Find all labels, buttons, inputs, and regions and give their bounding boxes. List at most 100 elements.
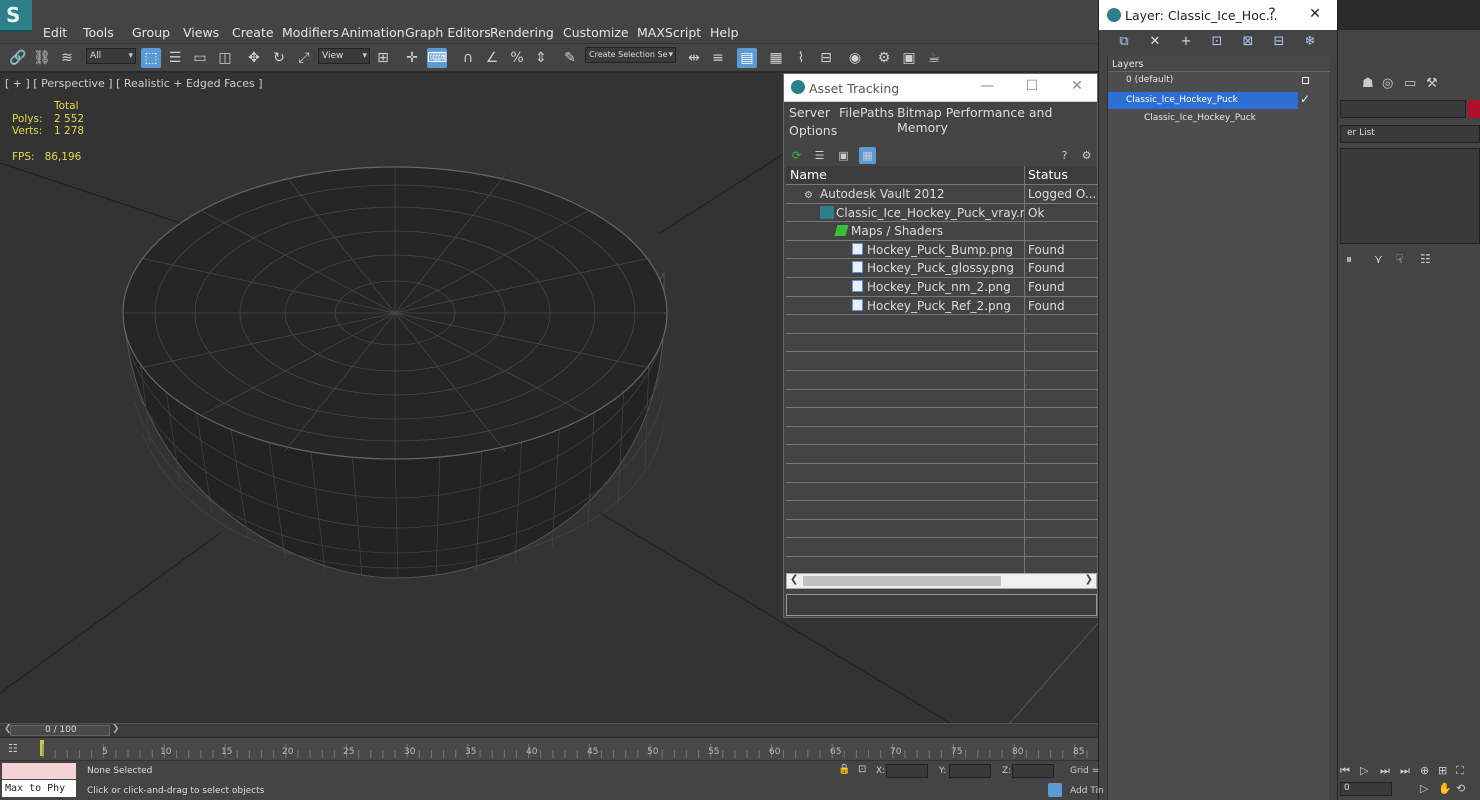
refresh-icon[interactable]: ⟳ bbox=[788, 147, 805, 164]
maximize-icon[interactable]: ☐ bbox=[1022, 78, 1042, 94]
link-icon[interactable]: 🔗 bbox=[8, 48, 28, 68]
asset-row[interactable]: ⚙ Autodesk Vault 2012 Logged O... bbox=[786, 185, 1097, 204]
motion-tab-icon[interactable]: ◎ bbox=[1382, 76, 1393, 91]
lock-selection-icon[interactable]: 🔒 bbox=[838, 764, 850, 775]
absolute-mode-icon[interactable]: ⊡ bbox=[858, 764, 866, 775]
layer-row-puck[interactable]: Classic_Ice_Hockey_Puck bbox=[1108, 92, 1298, 109]
asset-menu-options[interactable]: Options bbox=[789, 123, 837, 138]
asset-path-field[interactable] bbox=[786, 594, 1097, 616]
menu-customize[interactable]: Customize bbox=[563, 25, 629, 40]
asset-empty-row[interactable] bbox=[786, 464, 1097, 483]
asset-empty-row[interactable] bbox=[786, 408, 1097, 427]
asset-empty-row[interactable] bbox=[786, 371, 1097, 390]
hierarchy-tab-icon[interactable]: ☗ bbox=[1362, 76, 1374, 91]
spinner-snap-icon[interactable]: ⇕ bbox=[531, 48, 551, 68]
select-object-icon[interactable]: ⬚ bbox=[141, 48, 161, 68]
pivot-icon[interactable]: ⊞ bbox=[373, 48, 393, 68]
pan-icon[interactable]: ✋ bbox=[1438, 782, 1452, 795]
object-name-field[interactable] bbox=[1340, 100, 1466, 118]
time-slider[interactable]: ❮ 0 / 100 ❯ bbox=[0, 723, 1098, 737]
asset-tracking-titlebar[interactable]: Asset Tracking — ☐ ✕ bbox=[784, 74, 1097, 102]
menu-rendering[interactable]: Rendering bbox=[490, 25, 554, 40]
menu-create[interactable]: Create bbox=[232, 25, 274, 40]
asset-empty-row[interactable] bbox=[786, 482, 1097, 502]
move-icon[interactable]: ✥ bbox=[244, 48, 264, 68]
asset-empty-row[interactable] bbox=[786, 389, 1097, 409]
zoom-extents-icon[interactable]: ⛶ bbox=[1456, 764, 1464, 778]
hide-all-icon[interactable]: ⊟ bbox=[1270, 33, 1288, 51]
prev-frame-icon[interactable]: ⏮ bbox=[1340, 764, 1350, 778]
asset-row[interactable]: Hockey_Puck_Ref_2.png Found bbox=[786, 296, 1097, 316]
asset-row[interactable]: Maps / Shaders bbox=[786, 222, 1097, 241]
select-objects-icon[interactable]: ⊡ bbox=[1208, 33, 1226, 51]
play-icon[interactable]: ▷ bbox=[1360, 764, 1368, 777]
active-layer-checkbox[interactable] bbox=[1302, 77, 1309, 84]
asset-empty-row[interactable] bbox=[786, 352, 1097, 371]
rotate-icon[interactable]: ↻ bbox=[269, 48, 289, 68]
asset-menu-server[interactable]: Server bbox=[789, 105, 830, 120]
track-bar[interactable]: ☷ 5 10 15 20 25 30 35 40 45 50 55 60 65 … bbox=[0, 738, 1098, 760]
help-icon[interactable]: ? bbox=[1056, 147, 1073, 164]
slider-right-icon[interactable]: ❯ bbox=[112, 724, 120, 734]
asset-menu-paths[interactable]: Paths bbox=[860, 105, 894, 120]
percent-snap-icon[interactable]: % bbox=[507, 48, 527, 68]
curve-editor-icon[interactable]: ⌇ bbox=[791, 48, 811, 68]
align-icon[interactable]: ≡ bbox=[708, 48, 728, 68]
reference-coord-dropdown[interactable]: View bbox=[318, 48, 370, 64]
menu-modifiers[interactable]: Modifiers bbox=[282, 25, 339, 40]
new-layer-icon[interactable]: ⧉ bbox=[1115, 33, 1133, 51]
scale-icon[interactable]: ⤢ bbox=[294, 48, 314, 68]
menu-edit[interactable]: Edit bbox=[43, 25, 67, 40]
x-coordinate-field[interactable] bbox=[886, 764, 928, 778]
menu-help[interactable]: Help bbox=[710, 25, 739, 40]
layer-row-default[interactable]: 0 (default) bbox=[1108, 72, 1330, 89]
column-header-name[interactable]: Name bbox=[786, 166, 1025, 184]
scroll-right-icon[interactable]: ❯ bbox=[1085, 574, 1093, 585]
pin-stack-icon[interactable]: ⏸ bbox=[1346, 252, 1352, 267]
viewport-label[interactable]: [ + ] [ Perspective ] [ Realistic + Edge… bbox=[5, 77, 263, 90]
zoom-all-icon[interactable]: ⊞ bbox=[1438, 764, 1447, 777]
table-view-icon[interactable]: ▦ bbox=[859, 147, 876, 164]
menu-group[interactable]: Group bbox=[132, 25, 170, 40]
asset-empty-row[interactable] bbox=[786, 333, 1097, 353]
asset-empty-row[interactable] bbox=[786, 445, 1097, 464]
show-end-result-icon[interactable]: ⋎ bbox=[1374, 252, 1383, 266]
current-frame-field[interactable]: 0 bbox=[1340, 782, 1392, 796]
display-tab-icon[interactable]: ▭ bbox=[1404, 76, 1416, 91]
snap-toggle-icon[interactable]: ∩ bbox=[458, 48, 478, 68]
orbit-icon[interactable]: ⟲ bbox=[1456, 782, 1465, 795]
menu-graph-editors[interactable]: Graph Editors bbox=[405, 25, 491, 40]
asset-empty-row[interactable] bbox=[786, 426, 1097, 446]
angle-snap-icon[interactable]: ∠ bbox=[482, 48, 502, 68]
mirror-icon[interactable]: ⇹ bbox=[684, 48, 704, 68]
app-logo[interactable]: S bbox=[0, 0, 32, 32]
z-coordinate-field[interactable] bbox=[1012, 764, 1054, 778]
help-button[interactable]: ? bbox=[1262, 6, 1282, 22]
menu-tools[interactable]: Tools bbox=[83, 25, 114, 40]
selection-filter-dropdown[interactable]: All bbox=[86, 48, 136, 64]
modifier-stack[interactable] bbox=[1340, 148, 1480, 244]
bind-space-warp-icon[interactable]: ≋ bbox=[57, 48, 77, 68]
window-crossing-icon[interactable]: ◫ bbox=[215, 48, 235, 68]
asset-row[interactable]: Hockey_Puck_glossy.png Found bbox=[786, 259, 1097, 278]
list-view-icon[interactable]: ☰ bbox=[811, 147, 828, 164]
make-unique-icon[interactable]: ☟ bbox=[1396, 252, 1403, 266]
unlink-icon[interactable]: ⛓ bbox=[32, 48, 52, 68]
highlight-layer-icon[interactable]: ⊠ bbox=[1239, 33, 1257, 51]
fov-icon[interactable]: ▷ bbox=[1420, 782, 1428, 795]
asset-row[interactable]: Hockey_Puck_Bump.png Found bbox=[786, 240, 1097, 260]
material-editor-icon[interactable]: ◉ bbox=[845, 48, 865, 68]
close-icon[interactable]: ✕ bbox=[1067, 78, 1087, 94]
asset-row[interactable]: Classic_Ice_Hockey_Puck_vray.max Ok bbox=[786, 203, 1097, 223]
edit-named-sets-icon[interactable]: ✎ bbox=[560, 48, 580, 68]
render-setup-icon[interactable]: ⚙ bbox=[874, 48, 894, 68]
y-coordinate-field[interactable] bbox=[949, 764, 991, 778]
layer-object-row[interactable]: Classic_Ice_Hockey_Puck bbox=[1108, 110, 1330, 127]
select-manipulate-icon[interactable]: ✛ bbox=[402, 48, 422, 68]
thumbnail-view-icon[interactable]: ▣ bbox=[835, 147, 852, 164]
menu-views[interactable]: Views bbox=[183, 25, 219, 40]
asset-row[interactable]: Hockey_Puck_nm_2.png Found bbox=[786, 278, 1097, 297]
next-frame-icon[interactable]: ⏭ bbox=[1380, 764, 1390, 778]
select-by-name-icon[interactable]: ☰ bbox=[165, 48, 185, 68]
settings-icon[interactable]: ⚙ bbox=[1078, 147, 1095, 164]
